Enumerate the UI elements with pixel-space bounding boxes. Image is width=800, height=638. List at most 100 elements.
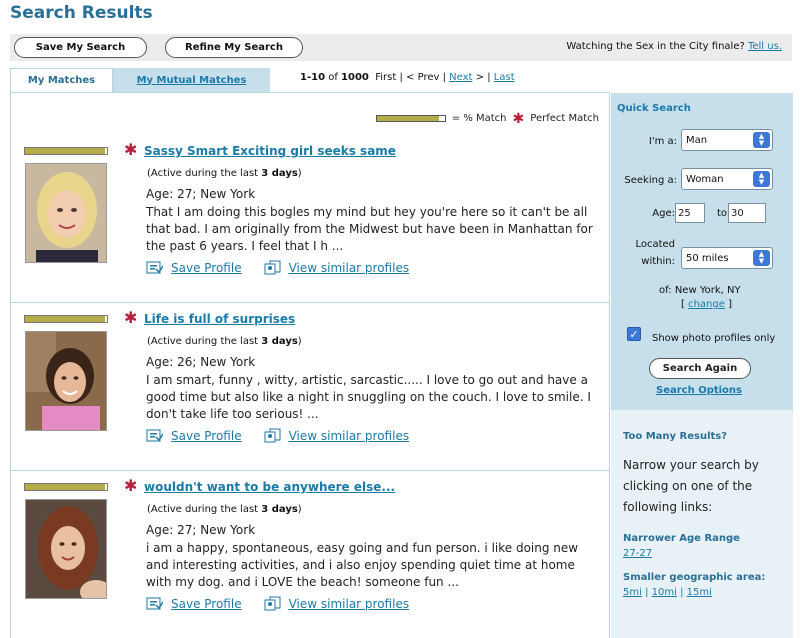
geo-link-5mi[interactable]: 5mi: [623, 587, 642, 598]
search-options-link[interactable]: Search Options: [656, 385, 742, 396]
results-panel: = % Match ✱ Perfect Match ✱ Sassy Smart …: [10, 92, 610, 638]
legend-match-bar: [375, 115, 446, 122]
distance-select[interactable]: 50 miles ▲ ▼: [681, 247, 773, 269]
age-to-input[interactable]: 30: [728, 203, 766, 223]
photo-only-label: Show photo profiles only: [652, 333, 776, 344]
save-profile-link[interactable]: Save Profile: [171, 597, 242, 611]
seeking-select[interactable]: Woman ▲ ▼: [681, 168, 773, 190]
profile-title-link[interactable]: wouldn't want to be anywhere else...: [144, 480, 395, 494]
change-location: [ change ]: [681, 299, 732, 310]
tab-my-matches[interactable]: My Matches: [10, 68, 113, 92]
select-arrows-icon: ▲ ▼: [753, 171, 770, 187]
tab-my-mutual-matches[interactable]: My Mutual Matches: [113, 68, 270, 92]
activity-value: 3 days: [261, 336, 298, 347]
activity-prefix: (Active during the last: [147, 168, 259, 179]
distance-value: 50 miles: [686, 252, 729, 264]
im-a-select[interactable]: Man ▲ ▼: [681, 129, 773, 151]
perfect-match-star-icon: ✱: [512, 110, 525, 127]
seeking-value: Woman: [686, 173, 724, 185]
search-again-button[interactable]: Search Again: [649, 358, 751, 379]
profile-photo[interactable]: [25, 499, 107, 599]
profile-description: I am smart, funny , witty, artistic, sar…: [146, 373, 591, 421]
activity-value: 3 days: [261, 504, 298, 515]
similar-profiles-icon[interactable]: [264, 260, 281, 275]
photo-only-checkbox[interactable]: ✓: [627, 327, 641, 341]
profile-description: i am a happy, spontaneous, easy going an…: [146, 541, 579, 589]
age-to-label: to: [716, 208, 727, 219]
pager-separator: |: [487, 72, 491, 83]
profile-actions: Save Profile View similar profiles: [146, 596, 409, 611]
match-bar: [24, 315, 108, 323]
geo-separator: |: [645, 587, 649, 598]
quick-search-panel: Quick Search I'm a: Man ▲ ▼ Seeking a: Wo…: [611, 93, 793, 410]
save-profile-link[interactable]: Save Profile: [171, 429, 242, 443]
profile-description: That I am doing this bogles my mind but …: [146, 205, 593, 253]
pager-first: First: [375, 72, 397, 83]
activity-prefix: (Active during the last: [147, 336, 259, 347]
age-label: Age:: [652, 208, 675, 219]
view-similar-profiles-link[interactable]: View similar profiles: [289, 429, 410, 443]
profile-actions: Save Profile View similar profiles: [146, 428, 409, 443]
activity-prefix: (Active during the last: [147, 504, 259, 515]
change-location-link[interactable]: change: [688, 299, 725, 310]
geo-link-15mi[interactable]: 15mi: [687, 587, 712, 598]
pager-of: of: [328, 72, 338, 83]
seeking-label: Seeking a:: [624, 175, 677, 186]
pager-total: 1000: [341, 72, 369, 83]
save-my-search-button[interactable]: Save My Search: [14, 37, 147, 58]
view-similar-profiles-link[interactable]: View similar profiles: [289, 597, 410, 611]
pager-separator: |: [442, 72, 446, 83]
geo-separator: |: [680, 587, 684, 598]
save-profile-icon[interactable]: [146, 260, 163, 275]
profile-card: ✱ wouldn't want to be anywhere else... (…: [11, 471, 609, 638]
too-many-results-title: Too Many Results?: [623, 431, 728, 442]
quick-search-title: Quick Search: [617, 103, 691, 114]
geo-link-10mi[interactable]: 10mi: [652, 587, 677, 598]
view-similar-profiles-link[interactable]: View similar profiles: [289, 261, 410, 275]
pager-range: 1-10: [300, 72, 326, 83]
select-arrows-icon: ▲ ▼: [753, 132, 770, 148]
perfect-match-star-icon: ✱: [124, 140, 138, 159]
age-from-input[interactable]: 25: [675, 203, 705, 223]
age-location: Age: 26; New York: [146, 355, 256, 369]
pager: 1-10 of 1000 First | < Prev | Next > | L…: [300, 72, 515, 83]
promo-question: Watching the Sex in the City finale?: [566, 41, 745, 52]
profile-title-link[interactable]: Life is full of surprises: [144, 312, 295, 326]
similar-profiles-icon[interactable]: [264, 428, 281, 443]
geo-links: 5mi | 10mi | 15mi: [623, 587, 712, 598]
narrower-age-title: Narrower Age Range: [623, 533, 740, 544]
im-a-label: I'm a:: [648, 136, 677, 147]
pager-separator: |: [399, 72, 403, 83]
match-bar: [24, 483, 108, 491]
match-bar: [24, 147, 108, 155]
tell-us-link[interactable]: Tell us.: [748, 41, 782, 52]
pager-prev: < Prev: [406, 72, 440, 83]
age-location: Age: 27; New York: [146, 523, 256, 537]
perfect-match-star-icon: ✱: [124, 308, 138, 327]
profile-photo[interactable]: [25, 163, 107, 263]
profile-title-link[interactable]: Sassy Smart Exciting girl seeks same: [144, 144, 396, 158]
save-profile-icon[interactable]: [146, 596, 163, 611]
activity-suffix: ): [297, 336, 302, 347]
narrower-age-link[interactable]: 27-27: [623, 548, 652, 559]
refine-my-search-button[interactable]: Refine My Search: [165, 37, 303, 58]
within-label: within:: [641, 256, 675, 267]
pager-last-link[interactable]: Last: [494, 72, 515, 83]
age-location: Age: 27; New York: [146, 187, 256, 201]
activity-status: (Active during the last 3 days): [147, 504, 302, 515]
pager-next-arrow: >: [475, 72, 485, 83]
save-profile-link[interactable]: Save Profile: [171, 261, 242, 275]
profile-card: ✱ Sassy Smart Exciting girl seeks same (…: [11, 135, 609, 303]
legend-match-label: = % Match: [451, 113, 507, 124]
promo-text: Watching the Sex in the City finale? Tel…: [566, 41, 782, 52]
activity-status: (Active during the last 3 days): [147, 168, 302, 179]
toolbar: Save My Search Refine My Search Watching…: [10, 34, 792, 61]
bracket-open: [: [681, 299, 685, 310]
located-label: Located: [635, 239, 675, 250]
pager-next-link[interactable]: Next: [449, 72, 472, 83]
bracket-close: ]: [728, 299, 732, 310]
similar-profiles-icon[interactable]: [264, 596, 281, 611]
save-profile-icon[interactable]: [146, 428, 163, 443]
im-a-value: Man: [686, 134, 708, 146]
profile-photo[interactable]: [25, 331, 107, 431]
